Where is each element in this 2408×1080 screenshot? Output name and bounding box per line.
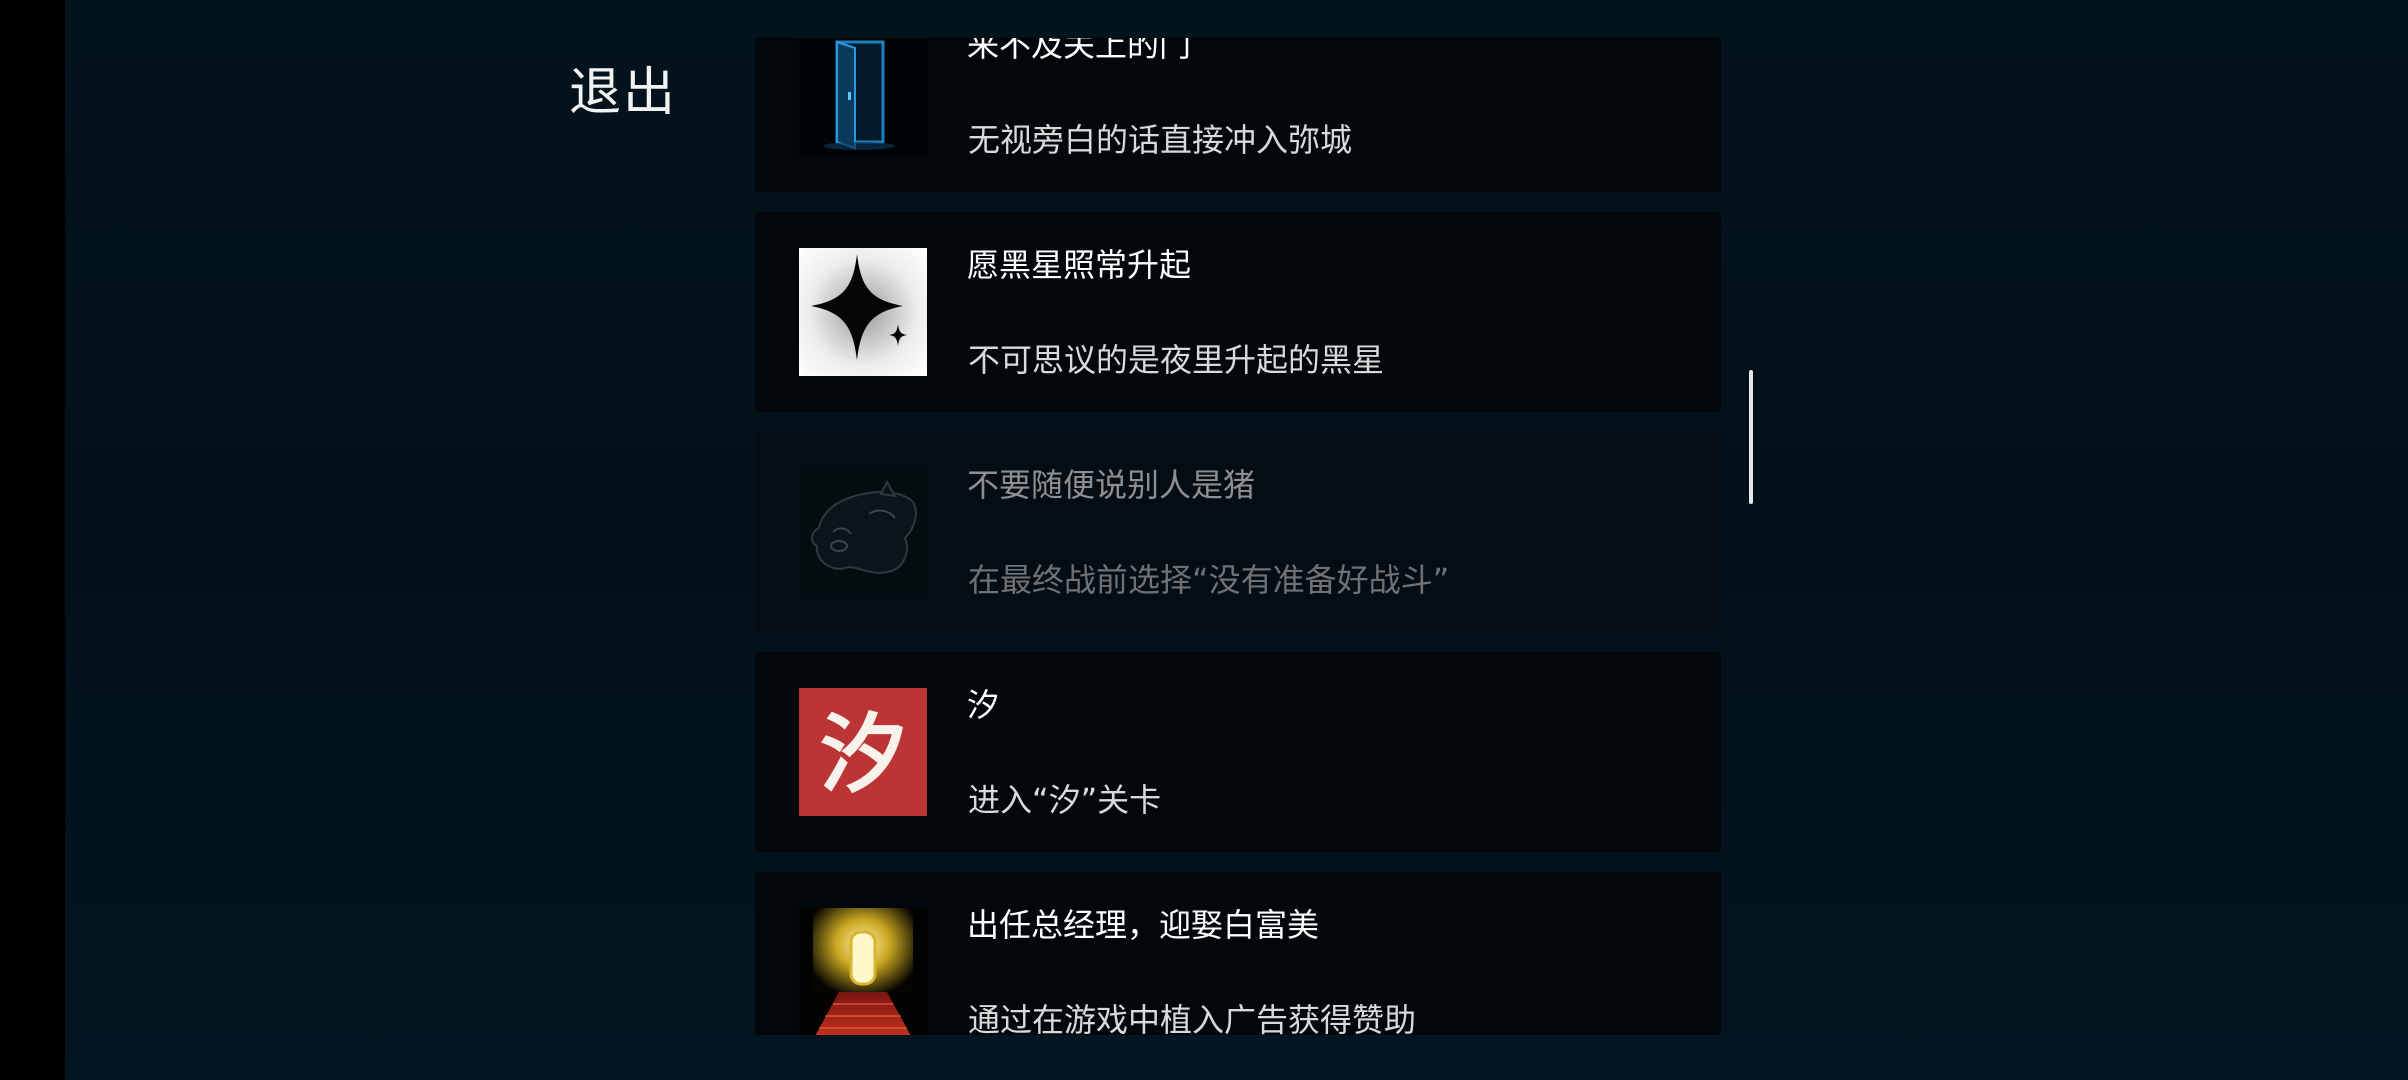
screen: 退出 来不及关上的门 无视旁白的话直接冲入弥城 愿黑星照常升起 不可思议的是夜里… xyxy=(0,0,2408,1080)
achievement-list-viewport[interactable]: 来不及关上的门 无视旁白的话直接冲入弥城 愿黑星照常升起 不可思议的是夜里升起的… xyxy=(755,38,1721,1035)
achievement-description: 不可思议的是夜里升起的黑星 xyxy=(968,341,1385,379)
red-carpet-door-icon xyxy=(799,908,927,1035)
achievement-title: 汐 xyxy=(967,686,1000,724)
achievement-card-door[interactable]: 来不及关上的门 无视旁白的话直接冲入弥城 xyxy=(755,38,1721,192)
achievement-description: 通过在游戏中植入广告获得赞助 xyxy=(968,1001,1417,1035)
achievement-description: 无视旁白的话直接冲入弥城 xyxy=(968,121,1353,159)
achievement-card-black-star[interactable]: 愿黑星照常升起 不可思议的是夜里升起的黑星 xyxy=(755,212,1721,412)
achievement-description: 进入“汐”关卡 xyxy=(968,781,1162,819)
achievement-title: 来不及关上的门 xyxy=(967,38,1192,64)
achievement-title: 愿黑星照常升起 xyxy=(967,246,1192,284)
svg-text:汐: 汐 xyxy=(820,705,906,805)
door-icon xyxy=(799,38,927,156)
achievement-title: 不要随便说别人是猪 xyxy=(967,466,1256,504)
achievement-card-pig-locked[interactable]: 不要随便说别人是猪 在最终战前选择“没有准备好战斗” xyxy=(755,432,1721,632)
achievement-title: 出任总经理，迎娶白富美 xyxy=(967,906,1320,944)
achievement-card-xi[interactable]: 汐 汐 进入“汐”关卡 xyxy=(755,652,1721,852)
achievement-description: 在最终战前选择“没有准备好战斗” xyxy=(968,561,1450,599)
achievement-card-red-carpet[interactable]: 出任总经理，迎娶白富美 通过在游戏中植入广告获得赞助 xyxy=(755,872,1721,1035)
exit-button[interactable]: 退出 xyxy=(569,50,677,125)
black-star-icon xyxy=(799,248,927,376)
achievement-list: 来不及关上的门 无视旁白的话直接冲入弥城 愿黑星照常升起 不可思议的是夜里升起的… xyxy=(755,38,1721,1035)
pig-icon xyxy=(799,468,927,596)
xi-character-icon: 汐 xyxy=(799,688,927,816)
scrollbar[interactable] xyxy=(1749,370,1753,504)
